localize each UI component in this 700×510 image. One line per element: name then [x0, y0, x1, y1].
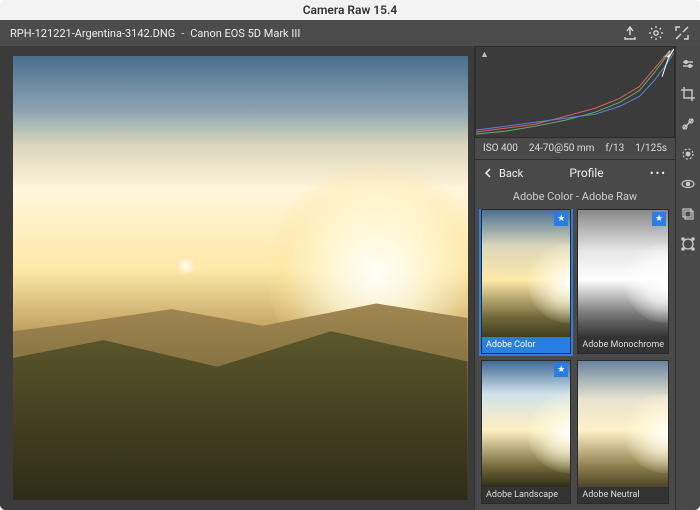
back-label: Back: [499, 167, 523, 180]
star-icon[interactable]: ★: [652, 212, 666, 226]
exif-iso: ISO 400: [483, 143, 518, 154]
back-button[interactable]: Back: [483, 167, 523, 180]
profile-label: Adobe Landscape: [482, 487, 570, 503]
star-icon[interactable]: ★: [554, 363, 568, 377]
profile-adobe-landscape[interactable]: ★ Adobe Landscape: [481, 360, 571, 505]
profile-subtitle: Adobe Color - Adobe Raw: [475, 186, 675, 209]
panel-header: Back Profile •••: [475, 160, 675, 186]
panel-title: Profile: [523, 166, 650, 180]
titlebar: Camera Raw 15.4: [0, 0, 700, 20]
panel-more-icon[interactable]: •••: [650, 167, 667, 180]
profile-label: Adobe Monochrome: [578, 337, 668, 353]
profile-adobe-neutral[interactable]: Adobe Neutral: [577, 360, 669, 505]
top-toolbar: RPH-121221-Argentina-3142.DNG - Canon EO…: [0, 20, 700, 46]
exif-lens: 24-70@50 mm: [529, 143, 594, 154]
profile-label: Adobe Neutral: [578, 487, 668, 503]
profile-label: Adobe Color: [482, 337, 570, 353]
fullscreen-icon[interactable]: [674, 25, 690, 41]
profile-adobe-monochrome[interactable]: ★ Adobe Monochrome: [577, 209, 669, 354]
more-tools-icon[interactable]: [680, 236, 696, 252]
edit-icon[interactable]: [680, 56, 696, 72]
export-icon[interactable]: [622, 25, 638, 41]
mask-icon[interactable]: [680, 146, 696, 162]
settings-icon[interactable]: [648, 25, 664, 41]
app-window: Camera Raw 15.4 RPH-121221-Argentina-314…: [0, 0, 700, 510]
tool-rail: [675, 46, 700, 510]
preset-stack-icon[interactable]: [680, 206, 696, 222]
star-icon[interactable]: ★: [554, 212, 568, 226]
file-name: RPH-121221-Argentina-3142.DNG: [10, 27, 175, 40]
profile-grid: ★ Adobe Color ★ Adobe Monochrome ★ Adobe…: [475, 209, 675, 510]
app-title: Camera Raw 15.4: [303, 3, 398, 17]
histogram[interactable]: ▲ ◢: [475, 46, 675, 138]
crop-icon[interactable]: [680, 86, 696, 102]
heal-icon[interactable]: [680, 116, 696, 132]
main-photo: [13, 56, 468, 500]
redeye-icon[interactable]: [680, 176, 696, 192]
exif-bar: ISO 400 24-70@50 mm f/13 1/125s: [475, 138, 675, 160]
image-canvas[interactable]: [0, 46, 474, 510]
camera-model: Canon EOS 5D Mark III: [190, 27, 300, 40]
exif-aperture: f/13: [605, 143, 624, 154]
workarea: ▲ ◢ ISO 400 24-70@50 mm f/13 1/125s Ba: [0, 46, 700, 510]
file-separator: -: [181, 27, 184, 40]
right-panel: ▲ ◢ ISO 400 24-70@50 mm f/13 1/125s Ba: [474, 46, 675, 510]
exif-shutter: 1/125s: [635, 143, 667, 154]
profile-adobe-color[interactable]: ★ Adobe Color: [481, 209, 571, 354]
